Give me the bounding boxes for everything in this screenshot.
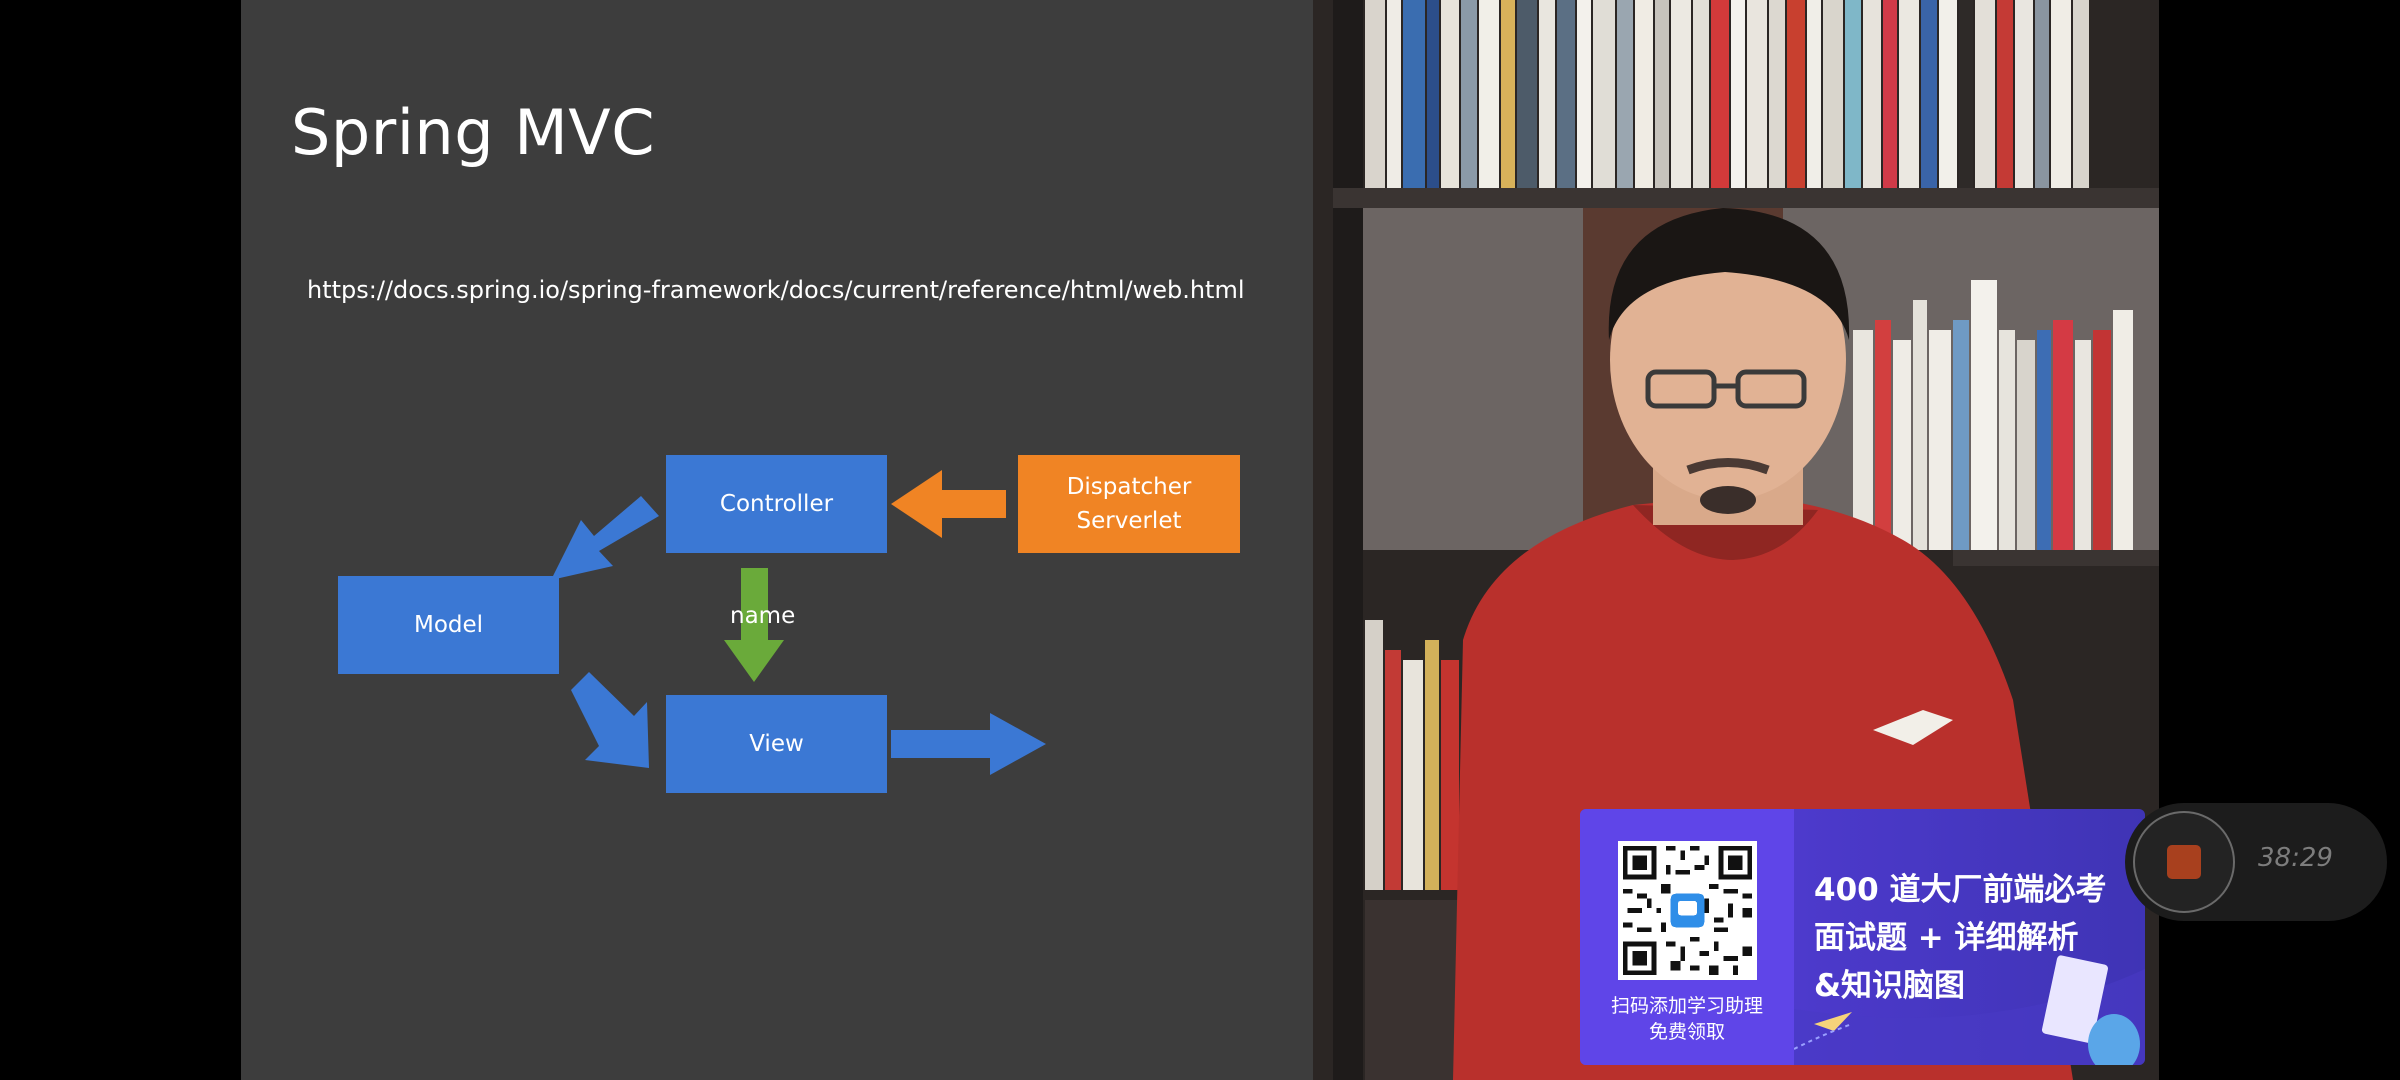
- dispatcher-servlet-box: Dispatcher Serverlet: [1018, 455, 1240, 553]
- screen: Spring MVC https://docs.spring.io/spring…: [0, 0, 2400, 1080]
- arrow-dispatcher-to-controller: [891, 470, 1006, 538]
- controller-box: Controller: [666, 455, 887, 553]
- promo-headline: 400 道大厂前端必考 面试题 + 详细解析 &知识脑图: [1814, 866, 2134, 1010]
- arrow-view-output: [891, 713, 1046, 775]
- promo-qr-panel: 扫码添加学习助理 免费领取: [1580, 809, 1794, 1065]
- stop-recording-button[interactable]: [2133, 811, 2235, 913]
- promo-headline-line3: &知识脑图: [1814, 968, 1966, 1004]
- promo-qr-caption: 扫码添加学习助理 免费领取: [1580, 993, 1794, 1045]
- books-top-shelf: [1365, 0, 2089, 188]
- arrow-model-to-view: [571, 672, 649, 768]
- view-box: View: [666, 695, 887, 793]
- promo-headline-line1: 400 道大厂前端必考: [1814, 872, 2107, 908]
- arrow-controller-to-model: [551, 496, 659, 580]
- qr-caption-line1: 扫码添加学习助理: [1610, 995, 1763, 1017]
- promo-banner[interactable]: 扫码添加学习助理 免费领取 400 道大厂前端必考 面试题 + 详细解析 &知识…: [1580, 809, 2145, 1065]
- presentation-slide: Spring MVC https://docs.spring.io/spring…: [241, 0, 1313, 1080]
- promo-headline-line2: 面试题 + 详细解析: [1814, 920, 2079, 956]
- qr-caption-line2: 免费领取: [1648, 1021, 1725, 1043]
- edge-label-name: name: [730, 603, 796, 629]
- stop-icon: [2167, 845, 2201, 879]
- qr-code-icon[interactable]: [1618, 841, 1757, 980]
- recording-timer: 38:29: [2258, 843, 2333, 873]
- screen-record-widget[interactable]: 38:29: [2125, 803, 2387, 921]
- model-box: Model: [338, 576, 559, 674]
